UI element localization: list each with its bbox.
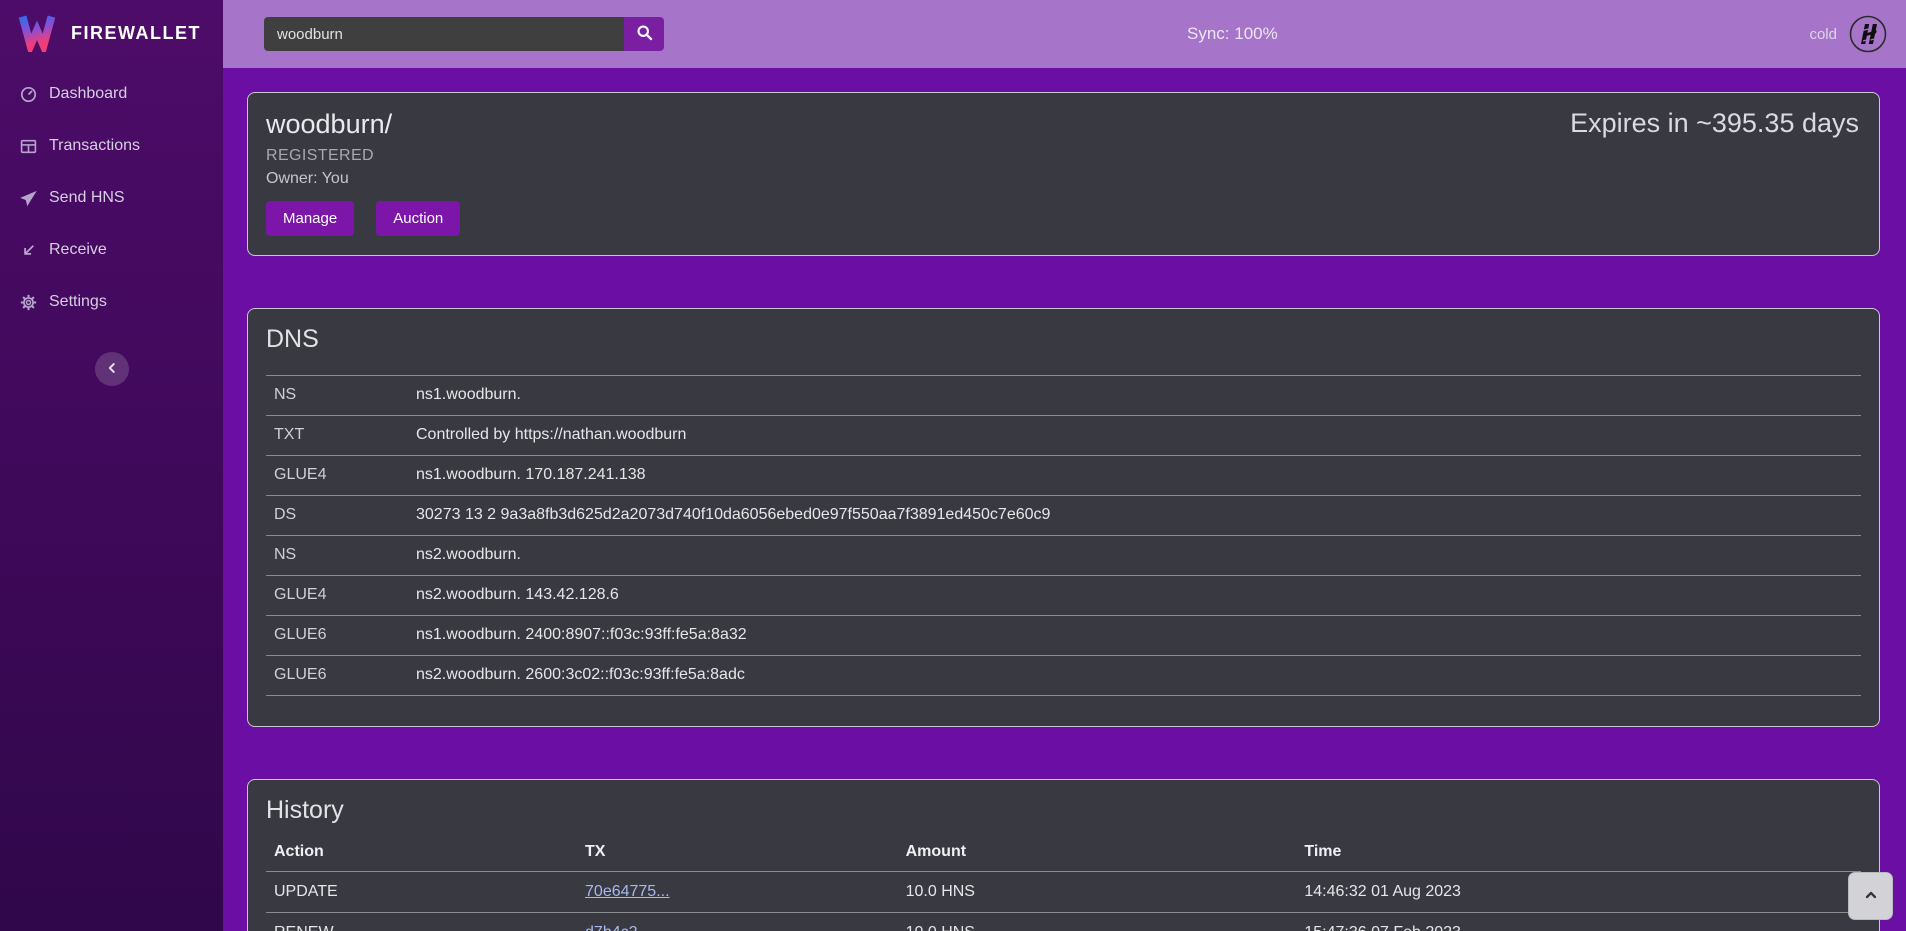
domain-actions: Manage Auction <box>266 201 1861 239</box>
dns-record-row: GLUE6 ns2.woodburn. 2600:3c02::f03c:93ff… <box>266 656 1861 696</box>
history-time: 14:46:32 01 Aug 2023 <box>1296 872 1861 913</box>
sidebar-item-label: Send HNS <box>49 189 125 207</box>
sidebar-item-label: Dashboard <box>49 85 127 103</box>
sidebar-item-label: Receive <box>49 241 107 259</box>
dns-record-row: TXT Controlled by https://nathan.woodbur… <box>266 416 1861 456</box>
transactions-icon <box>20 138 37 155</box>
domain-owner: Owner: You <box>266 170 1861 188</box>
dns-record-type: GLUE6 <box>266 616 408 656</box>
history-col-time: Time <box>1296 834 1861 872</box>
sidebar-item-settings[interactable]: Settings <box>0 276 223 328</box>
expires-label: Expires in ~395.35 days <box>1570 108 1859 139</box>
dns-record-row: NS ns1.woodburn. <box>266 376 1861 416</box>
history-table: Action TX Amount Time UPDATE 70e64775...… <box>266 834 1861 931</box>
sidebar-item-label: Transactions <box>49 137 140 155</box>
chevron-up-icon <box>1863 887 1879 906</box>
tx-link[interactable]: 70e64775... <box>585 883 670 900</box>
firewallet-logo-icon <box>16 10 58 57</box>
dns-record-row: DS 30273 13 2 9a3a8fb3d625d2a2073d740f10… <box>266 496 1861 536</box>
sidebar-nav: Dashboard Transactions Send HNS Receive … <box>0 68 223 328</box>
dashboard-icon <box>20 86 37 103</box>
app-logo: FIREWALLET <box>0 0 223 66</box>
send-icon <box>20 190 37 207</box>
dns-record-value: ns2.woodburn. <box>408 536 1861 576</box>
dns-record-type: TXT <box>266 416 408 456</box>
receive-icon <box>20 242 37 259</box>
search-icon <box>636 24 653 44</box>
wallet-name: cold <box>1809 26 1837 43</box>
dns-record-value: ns1.woodburn. 2400:8907::f03c:93ff:fe5a:… <box>408 616 1861 656</box>
manage-button[interactable]: Manage <box>266 201 354 236</box>
dns-record-value: ns1.woodburn. <box>408 376 1861 416</box>
chevron-left-icon <box>105 361 119 378</box>
sidebar-item-label: Settings <box>49 293 107 311</box>
history-amount: 10.0 HNS <box>898 913 1297 931</box>
history-col-action: Action <box>266 834 577 872</box>
dns-record-value: ns2.woodburn. 143.42.128.6 <box>408 576 1861 616</box>
history-row: RENEW d7b4c2... 10.0 HNS 15:47:36 07 Feb… <box>266 913 1861 931</box>
dns-title: DNS <box>266 325 1861 354</box>
history-amount: 10.0 HNS <box>898 872 1297 913</box>
dns-record-value: ns2.woodburn. 2600:3c02::f03c:93ff:fe5a:… <box>408 656 1861 696</box>
hns-logo-icon[interactable] <box>1848 14 1888 54</box>
dns-record-row: GLUE6 ns1.woodburn. 2400:8907::f03c:93ff… <box>266 616 1861 656</box>
history-title: History <box>266 796 1861 825</box>
dns-card: DNS NS ns1.woodburn. TXT Controlled by h… <box>247 308 1880 727</box>
sync-status: Sync: 100% <box>1187 24 1278 44</box>
sidebar-item-receive[interactable]: Receive <box>0 224 223 276</box>
dns-record-value: Controlled by https://nathan.woodburn <box>408 416 1861 456</box>
search-group <box>264 17 664 51</box>
dns-record-type: DS <box>266 496 408 536</box>
scroll-top-button[interactable] <box>1848 872 1893 920</box>
history-action: RENEW <box>266 913 577 931</box>
dns-record-type: NS <box>266 376 408 416</box>
domain-status: REGISTERED <box>266 147 1861 165</box>
sidebar-item-transactions[interactable]: Transactions <box>0 120 223 172</box>
dns-record-type: GLUE4 <box>266 576 408 616</box>
dns-record-type: NS <box>266 536 408 576</box>
page-content: woodburn/ REGISTERED Owner: You Manage A… <box>223 68 1906 931</box>
main-column: Sync: 100% cold <box>223 0 1906 931</box>
dns-record-row: GLUE4 ns2.woodburn. 143.42.128.6 <box>266 576 1861 616</box>
search-input[interactable] <box>264 17 624 51</box>
dns-record-row: GLUE4 ns1.woodburn. 170.187.241.138 <box>266 456 1861 496</box>
history-col-tx: TX <box>577 834 898 872</box>
dns-record-value: ns1.woodburn. 170.187.241.138 <box>408 456 1861 496</box>
dns-record-row: NS ns2.woodburn. <box>266 536 1861 576</box>
settings-icon <box>20 294 37 311</box>
domain-card: woodburn/ REGISTERED Owner: You Manage A… <box>247 92 1880 256</box>
history-card: History Action TX Amount Time UPDATE 70e… <box>247 779 1880 931</box>
dns-table: NS ns1.woodburn. TXT Controlled by https… <box>266 375 1861 696</box>
history-header-row: Action TX Amount Time <box>266 834 1861 872</box>
search-button[interactable] <box>624 17 664 51</box>
wallet-chip: cold <box>1809 14 1890 54</box>
history-action: UPDATE <box>266 872 577 913</box>
topbar: Sync: 100% cold <box>223 0 1906 68</box>
dns-record-type: GLUE6 <box>266 656 408 696</box>
sidebar-item-send-hns[interactable]: Send HNS <box>0 172 223 224</box>
dns-record-value: 30273 13 2 9a3a8fb3d625d2a2073d740f10da6… <box>408 496 1861 536</box>
tx-link[interactable]: d7b4c2... <box>585 924 651 931</box>
history-time: 15:47:36 07 Feb 2023 <box>1296 913 1861 931</box>
dns-record-type: GLUE4 <box>266 456 408 496</box>
history-row: UPDATE 70e64775... 10.0 HNS 14:46:32 01 … <box>266 872 1861 913</box>
auction-button[interactable]: Auction <box>376 201 460 236</box>
collapse-sidebar-button[interactable] <box>95 352 129 386</box>
history-col-amount: Amount <box>898 834 1297 872</box>
sidebar: FIREWALLET Dashboard Transactions Send H… <box>0 0 223 931</box>
app-title: FIREWALLET <box>71 23 201 44</box>
sidebar-item-dashboard[interactable]: Dashboard <box>0 68 223 120</box>
